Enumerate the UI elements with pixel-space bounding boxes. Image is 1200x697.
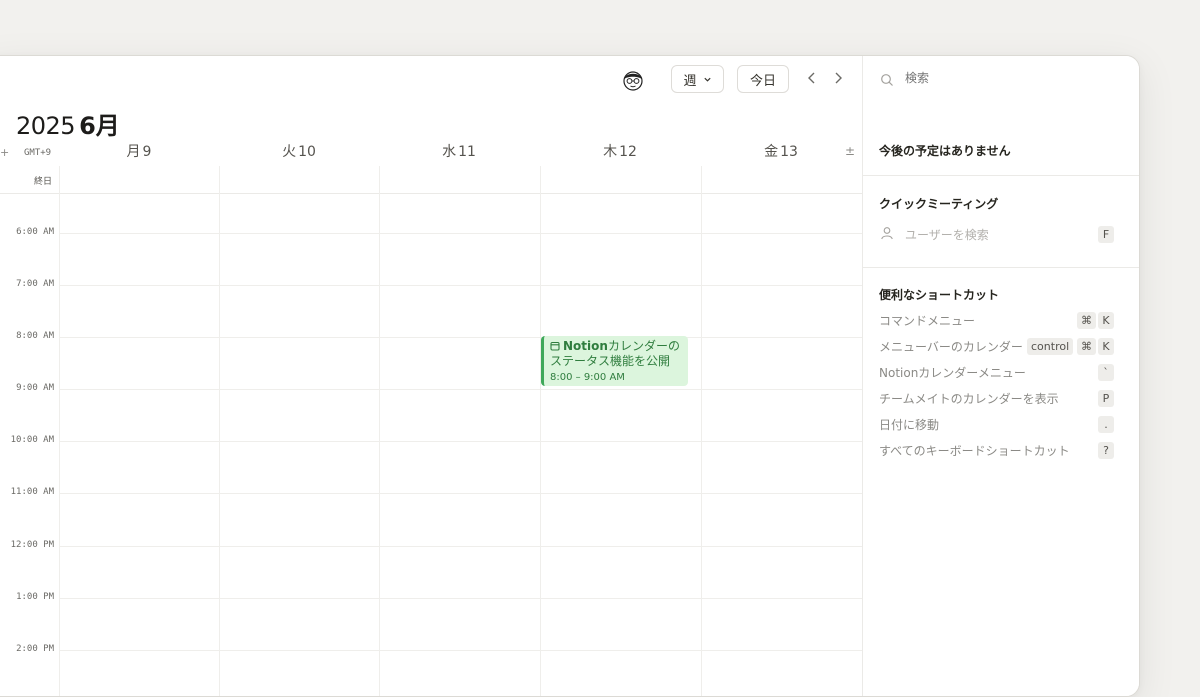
timezone-label[interactable]: GMT+9: [24, 148, 51, 158]
grid-line-hour: [59, 285, 862, 286]
shortcut-key: ⌘: [1077, 338, 1096, 355]
time-label: 7:00 AM: [16, 279, 54, 289]
shortcut-key: ⌘: [1077, 312, 1096, 329]
user-avatar[interactable]: [621, 68, 645, 92]
time-label: 9:00 AM: [16, 383, 54, 393]
shortcut-row-teammate-calendar[interactable]: チームメイトのカレンダーを表示: [879, 390, 1059, 407]
grid-line-hour: [59, 650, 862, 651]
shortcut-row-go-to-date[interactable]: 日付に移動: [879, 416, 939, 433]
day-header-dow: 水: [442, 144, 457, 160]
shortcut-row-menubar-calendar[interactable]: メニューバーのカレンダー: [879, 338, 1023, 355]
shortcut-row-all-shortcuts[interactable]: すべてのキーボードショートカット: [879, 442, 1070, 459]
time-label: 6:00 AM: [16, 227, 54, 237]
shortcut-row-command-menu[interactable]: コマンドメニュー: [879, 312, 975, 329]
all-day-label: 終日: [34, 177, 53, 187]
day-header-dow: 金: [764, 144, 779, 160]
today-button[interactable]: 今日: [737, 65, 789, 93]
calendar-event[interactable]: Notionカレンダーの ステータス機能を公開 8:00 – 9:00 AM: [541, 336, 688, 386]
search-icon: [881, 74, 893, 86]
user-search-input[interactable]: ユーザーを検索: [905, 226, 989, 243]
grid-line-hour: [59, 546, 862, 547]
shortcuts-heading: 便利なショートカット: [879, 288, 1000, 302]
event-time: 8:00 – 9:00 AM: [550, 372, 625, 383]
day-header-mon[interactable]: 月9: [59, 141, 219, 161]
calendar-icon: [550, 341, 560, 351]
grid-line-vertical: [701, 166, 702, 696]
time-label: 8:00 AM: [16, 331, 54, 341]
chevron-down-icon: [703, 77, 711, 82]
quick-meeting-heading: クイックミーティング: [879, 197, 999, 211]
expand-collapse-icon[interactable]: ±: [845, 144, 855, 158]
all-day-divider: [0, 193, 862, 194]
day-header-dow: 木: [603, 144, 618, 160]
chevron-left-icon[interactable]: [804, 70, 820, 86]
grid-line-hour: [59, 233, 862, 234]
grid-line-hour: [59, 598, 862, 599]
time-label: 1:00 PM: [16, 592, 54, 602]
today-button-label: 今日: [749, 73, 776, 89]
day-header-num: 10: [298, 144, 316, 160]
upcoming-empty-text: 今後の予定はありません: [879, 144, 1011, 158]
grid-line-vertical: [379, 166, 380, 696]
shortcut-key: F: [1098, 226, 1114, 243]
event-title: Notionカレンダーの: [550, 339, 682, 354]
shortcut-key: K: [1098, 312, 1114, 329]
calendar-window: 週 今日 2025 6月 + GMT+9 月9 火 10 水 11 木 12 金…: [0, 55, 1140, 697]
view-dropdown-label: 週: [683, 73, 697, 89]
time-label: 12:00 PM: [10, 540, 54, 550]
grid-line-vertical: [540, 166, 541, 696]
time-label: 11:00 AM: [10, 487, 54, 497]
day-header-dow: 月: [126, 144, 141, 160]
sidebar-divider: [863, 175, 1139, 176]
shortcut-key: `: [1098, 364, 1114, 381]
shortcut-key: ?: [1098, 442, 1114, 459]
day-header-thu[interactable]: 木 12: [540, 141, 700, 161]
grid-line-hour: [59, 441, 862, 442]
grid-line-vertical: [59, 166, 60, 696]
month-title-month: 6月: [79, 112, 120, 140]
event-title-line2: ステータス機能を公開: [550, 354, 682, 369]
month-title: 2025 6月: [16, 106, 120, 141]
day-header-fri[interactable]: 金 13: [701, 141, 861, 161]
time-label: 2:00 PM: [16, 644, 54, 654]
event-title-line2-text: ステータス機能を公開: [550, 354, 671, 368]
day-header-num: 11: [458, 144, 476, 160]
day-header-num: 12: [619, 144, 637, 160]
search-input[interactable]: [905, 71, 1105, 85]
calendar-main: 週 今日 2025 6月 + GMT+9 月9 火 10 水 11 木 12 金…: [0, 56, 862, 696]
chevron-right-icon[interactable]: [830, 70, 846, 86]
right-sidebar: 今後の予定はありません クイックミーティング ユーザーを検索 F 便利なショート…: [862, 56, 1139, 696]
day-header-tue[interactable]: 火 10: [219, 141, 379, 161]
grid-line-vertical: [219, 166, 220, 696]
day-header-num: 9: [142, 144, 152, 160]
user-icon: [881, 227, 893, 240]
day-header-wed[interactable]: 水 11: [379, 141, 539, 161]
sidebar-divider: [863, 267, 1139, 268]
grid-line-hour: [59, 493, 862, 494]
shortcut-key: control: [1027, 338, 1074, 355]
shortcut-row-notion-calendar-menu[interactable]: Notionカレンダーメニュー: [879, 364, 1026, 381]
event-title-bold: Notion: [563, 339, 608, 353]
shortcut-key: .: [1098, 416, 1114, 433]
day-header-num: 13: [780, 144, 798, 160]
time-label: 10:00 AM: [10, 435, 54, 445]
view-dropdown[interactable]: 週: [671, 65, 724, 93]
add-timezone-button[interactable]: +: [0, 146, 9, 159]
month-title-year: 2025: [16, 112, 76, 140]
grid-line-hour: [59, 337, 862, 338]
shortcut-key: P: [1098, 390, 1114, 407]
day-header-dow: 火: [282, 144, 297, 160]
event-title-rest: カレンダーの: [607, 339, 680, 353]
grid-line-hour: [59, 389, 862, 390]
shortcut-key: K: [1098, 338, 1114, 355]
